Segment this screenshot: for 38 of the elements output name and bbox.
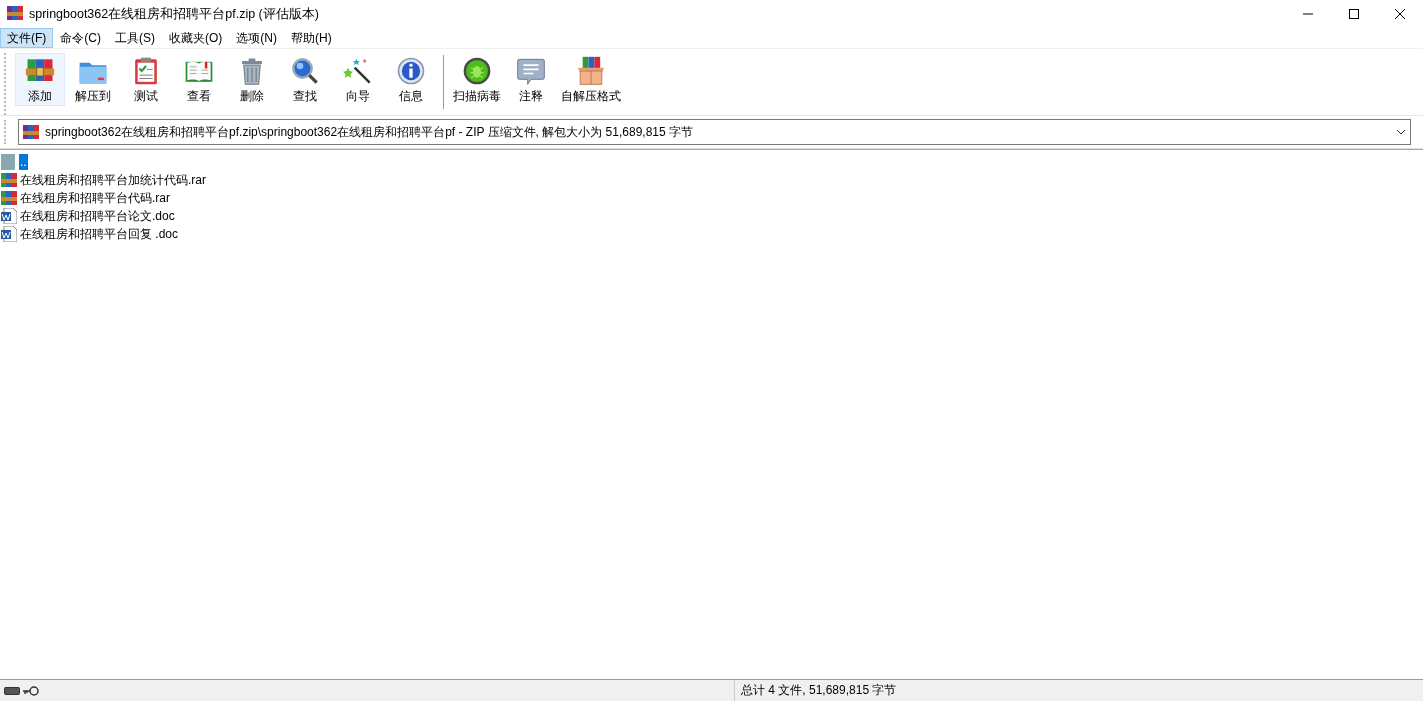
speech-bubble-icon (514, 56, 548, 86)
file-name[interactable]: 在线租房和招聘平台回复 .doc (19, 226, 179, 242)
toolbar-button[interactable]: 自解压格式 (559, 53, 623, 106)
caret-icon[interactable] (1396, 129, 1406, 135)
key-icon (23, 685, 39, 696)
path-dropdown[interactable]: springboot362在线租房和招聘平台pf.zip\springboot362在线租房和招聘平台pf - ZIP 压缩文件, 解包大小为 51,689,815 字节 (18, 119, 1411, 145)
toolbar-button[interactable]: 向导 (333, 53, 383, 106)
toolbar-button[interactable]: 解压到 (68, 53, 118, 106)
toolbar-button[interactable]: 查看 (174, 53, 224, 106)
window-title: springboot362在线租房和招聘平台pf.zip (评估版本) (29, 5, 320, 23)
document-icon (1, 226, 17, 242)
file-name[interactable]: 在线租房和招聘平台代码.rar (19, 190, 171, 206)
document-icon (1, 208, 17, 224)
folder-up-icon (1, 154, 17, 170)
menu-item[interactable]: 帮助(H) (284, 28, 339, 48)
archive-icon (1, 190, 17, 206)
toolbar-button[interactable]: 扫描病毒 (451, 53, 503, 106)
menu-item[interactable]: 文件(F) (0, 28, 54, 48)
archive-icon (23, 124, 39, 140)
menu-item[interactable]: 工具(S) (108, 28, 162, 48)
menu-item[interactable]: 选项(N) (229, 28, 284, 48)
toolbar-button[interactable]: 测试 (121, 53, 171, 106)
close-icon (1395, 9, 1405, 19)
app-icon (7, 4, 23, 21)
maximize-icon (1349, 9, 1359, 19)
toolbar-button[interactable]: 添加 (15, 53, 65, 106)
toolbar-button[interactable]: 删除 (227, 53, 277, 106)
drive-icon (4, 686, 20, 695)
toolbar-button[interactable]: 信息 (386, 53, 436, 106)
file-name[interactable]: 在线租房和招聘平台论文.doc (19, 208, 176, 224)
status-text: 总计 4 文件, 51,689,815 字节 (740, 682, 897, 699)
toolbar-button[interactable]: 查找 (280, 53, 330, 106)
menu-item[interactable]: 收藏夹(O) (162, 28, 230, 48)
toolbar-button[interactable]: 注释 (506, 53, 556, 106)
file-name[interactable]: 在线租房和招聘平台加统计代码.rar (19, 172, 207, 188)
menu-item[interactable]: 命令(C) (53, 28, 108, 48)
archive-icon (1, 172, 17, 188)
file-name[interactable]: .. (19, 154, 28, 170)
